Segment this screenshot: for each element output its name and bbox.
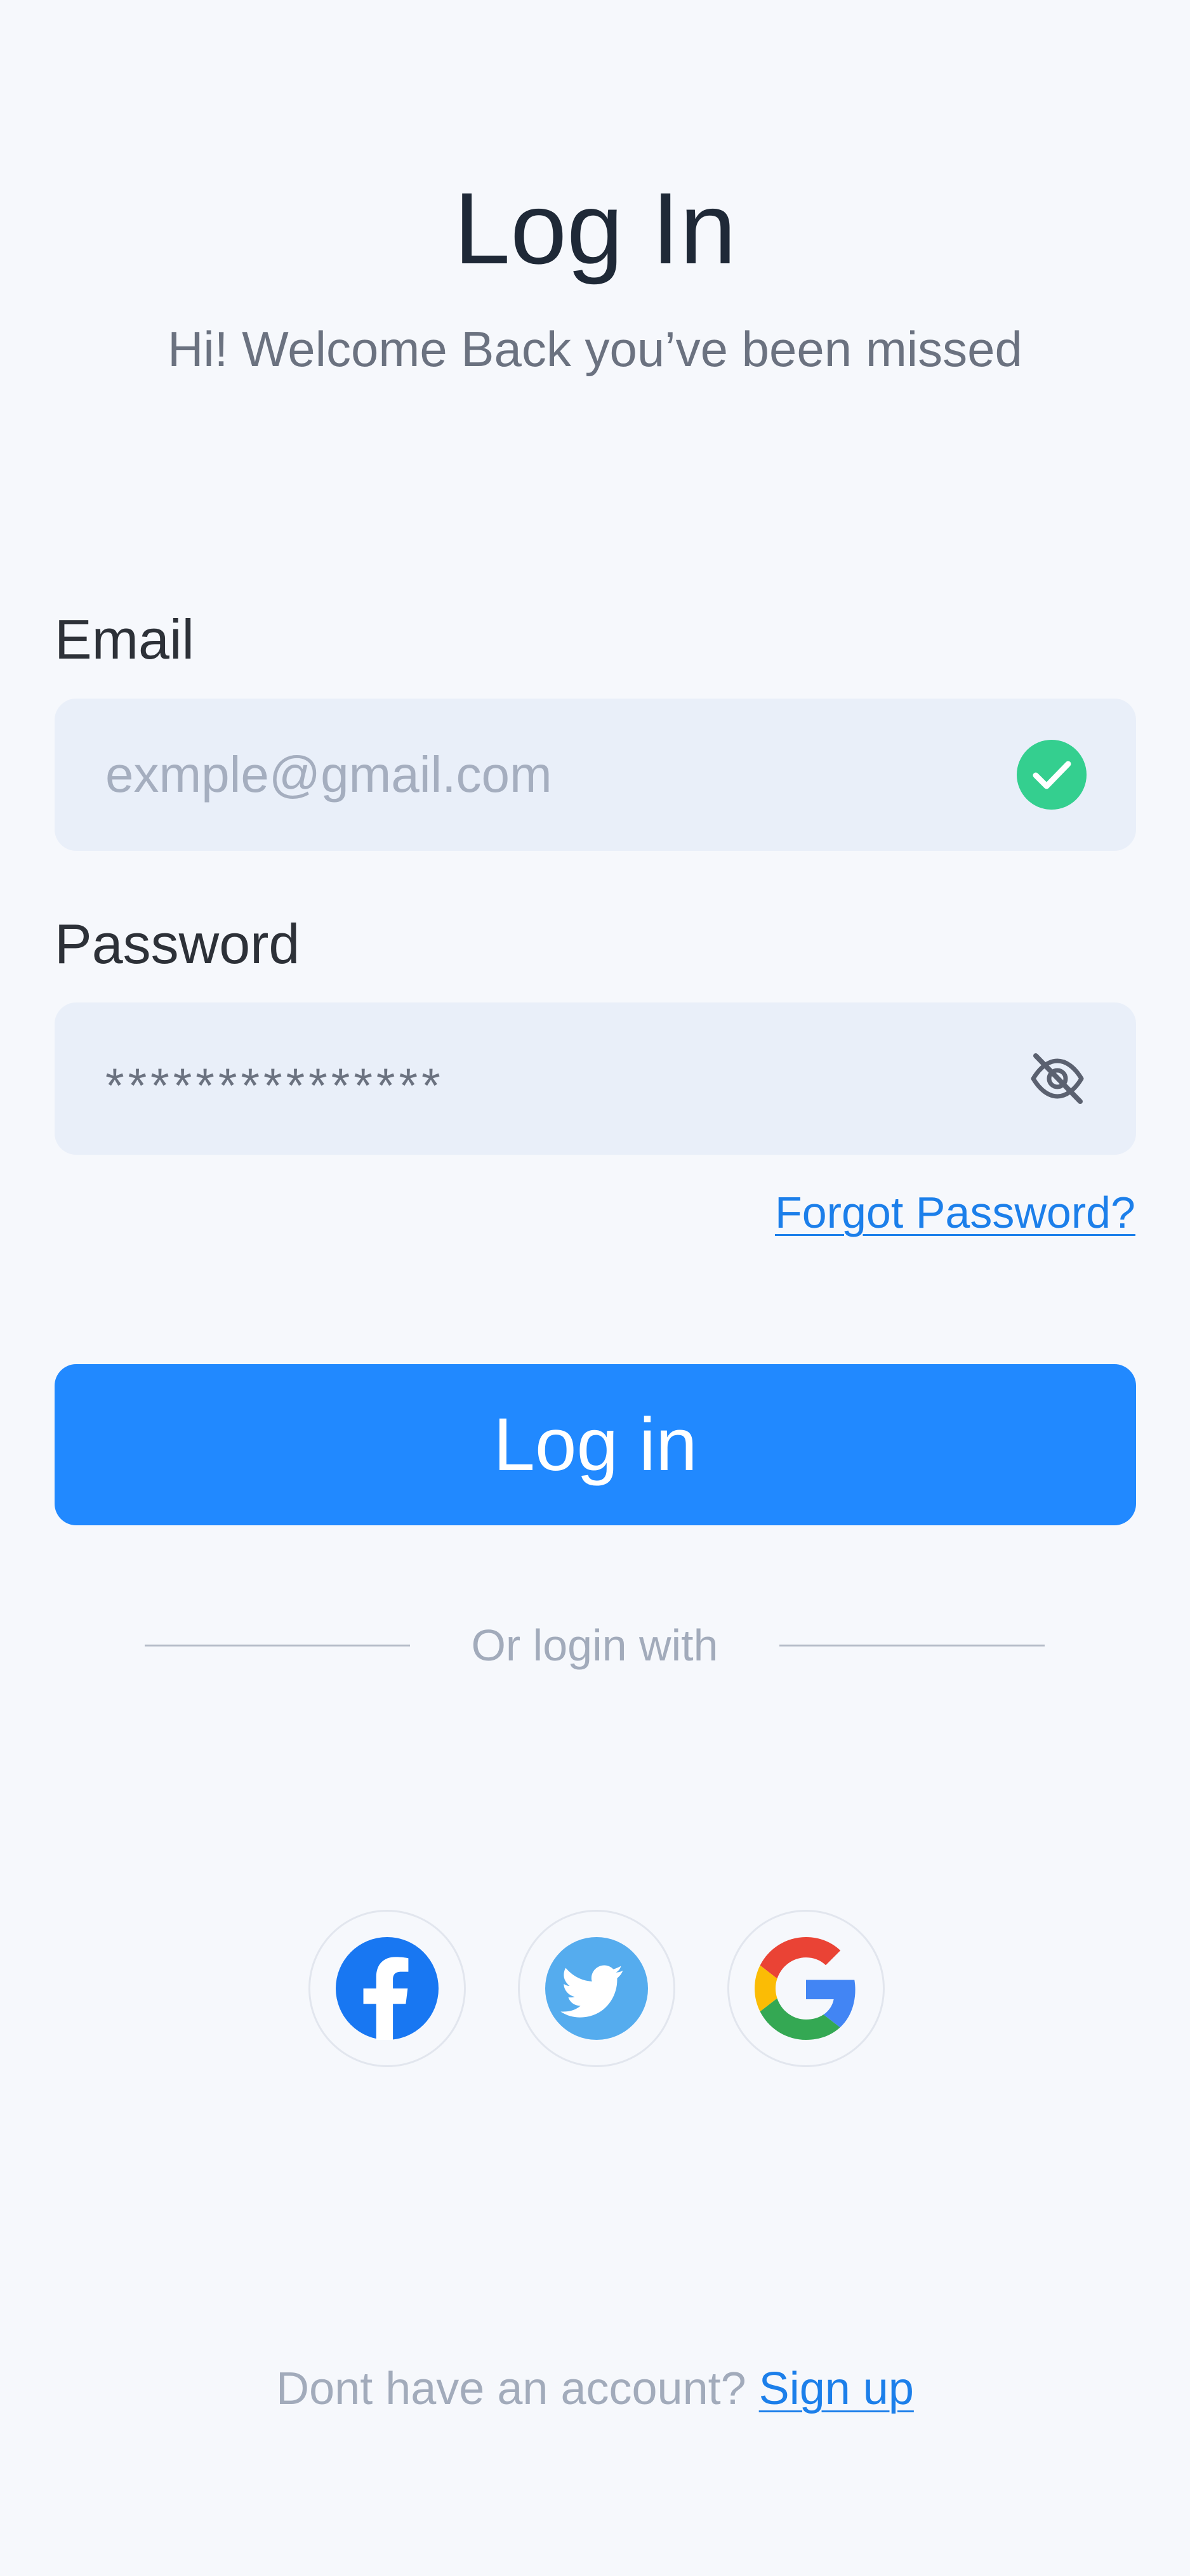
email-label: Email (55, 608, 195, 671)
check-circle-icon (1017, 740, 1087, 810)
signup-link[interactable]: Sign up (759, 2363, 914, 2414)
forgot-password-link[interactable]: Forgot Password? (775, 1184, 1135, 1241)
twitter-login-button[interactable] (518, 1910, 675, 2067)
divider-line-right (779, 1645, 1045, 1646)
eye-off-icon[interactable] (1029, 1052, 1085, 1105)
password-label: Password (55, 912, 300, 975)
email-input[interactable] (55, 699, 1136, 851)
password-input[interactable] (55, 1002, 1136, 1155)
signup-prompt: Dont have an account? Sign up (0, 2359, 1190, 2419)
password-field-container (55, 1002, 1136, 1155)
email-field-container (55, 699, 1136, 851)
google-icon (755, 1937, 856, 2040)
divider-text: Or login with (471, 1620, 718, 1670)
facebook-login-button[interactable] (308, 1910, 466, 2067)
google-login-button[interactable] (727, 1910, 885, 2067)
page-title: Log In (454, 171, 736, 285)
signup-prompt-text: Dont have an account? (276, 2363, 746, 2414)
twitter-icon (545, 1937, 648, 2040)
page-subtitle: Hi! Welcome Back you’ve been missed (168, 321, 1022, 377)
divider-line-left (145, 1645, 410, 1646)
login-button[interactable]: Log in (55, 1364, 1136, 1525)
facebook-icon (336, 1937, 439, 2040)
